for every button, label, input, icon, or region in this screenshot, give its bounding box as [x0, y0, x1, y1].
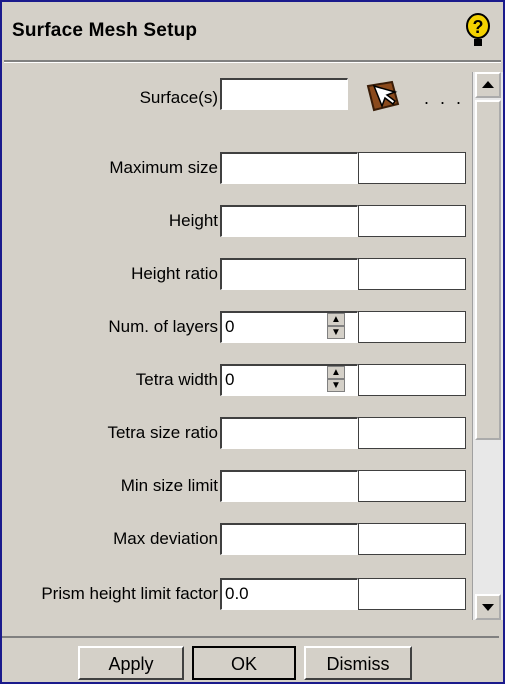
field-secondary-input[interactable]: [358, 417, 466, 449]
field-input[interactable]: 0.0: [220, 578, 358, 610]
arrow-up-icon: [482, 81, 494, 88]
field-secondary-input[interactable]: [358, 470, 466, 502]
field-label: Height ratio: [131, 264, 218, 283]
title-bar: Surface Mesh Setup ?: [4, 4, 501, 60]
field-input[interactable]: [220, 470, 358, 502]
field-label: Tetra width: [135, 370, 218, 389]
window-title: Surface Mesh Setup: [12, 20, 198, 41]
vertical-scrollbar[interactable]: [472, 72, 503, 620]
surfaces-label: Surface(s): [139, 88, 218, 107]
svg-text:?: ?: [473, 17, 484, 37]
field-input[interactable]: [220, 523, 358, 555]
field-label: Maximum size: [109, 158, 218, 177]
spin-down-icon[interactable]: ▼: [327, 326, 345, 339]
field-secondary-input[interactable]: [358, 523, 466, 555]
spin-up-icon[interactable]: ▲: [327, 313, 345, 326]
field-input[interactable]: [220, 205, 358, 237]
field-input[interactable]: [220, 258, 358, 290]
field-input[interactable]: [220, 152, 358, 184]
spinner-control[interactable]: ▲ ▼: [327, 313, 345, 341]
surfaces-input[interactable]: [220, 78, 348, 110]
field-label: Prism height limit factor: [41, 584, 218, 603]
ok-button[interactable]: OK: [192, 646, 296, 680]
field-label: Max deviation: [113, 529, 218, 548]
field-label: Height: [168, 211, 218, 230]
scroll-up-button[interactable]: [475, 72, 501, 98]
spin-down-icon[interactable]: ▼: [327, 379, 345, 392]
spinner-control[interactable]: ▲ ▼: [327, 366, 345, 394]
field-label: Tetra size ratio: [107, 423, 218, 442]
field-label: Min size limit: [120, 476, 218, 495]
arrow-down-icon: [482, 604, 494, 611]
scrollbar-thumb[interactable]: [475, 100, 501, 440]
field-secondary-input[interactable]: [358, 205, 466, 237]
spin-up-icon[interactable]: ▲: [327, 366, 345, 379]
dismiss-button[interactable]: Dismiss: [304, 646, 412, 680]
field-secondary-input[interactable]: [358, 311, 466, 343]
scroll-down-button[interactable]: [475, 594, 501, 620]
more-options-button[interactable]: . . .: [424, 88, 464, 109]
help-question-icon[interactable]: ?: [465, 12, 491, 48]
field-label: Num. of layers: [108, 317, 218, 336]
field-secondary-input[interactable]: [358, 152, 466, 184]
title-separator: [4, 60, 501, 63]
field-input[interactable]: [220, 417, 358, 449]
field-secondary-input[interactable]: [358, 258, 466, 290]
select-surface-icon[interactable]: [362, 78, 402, 114]
apply-button[interactable]: Apply: [78, 646, 184, 680]
button-bar: Apply OK Dismiss: [2, 636, 499, 682]
field-secondary-input[interactable]: [358, 364, 466, 396]
field-secondary-input[interactable]: [358, 578, 466, 610]
